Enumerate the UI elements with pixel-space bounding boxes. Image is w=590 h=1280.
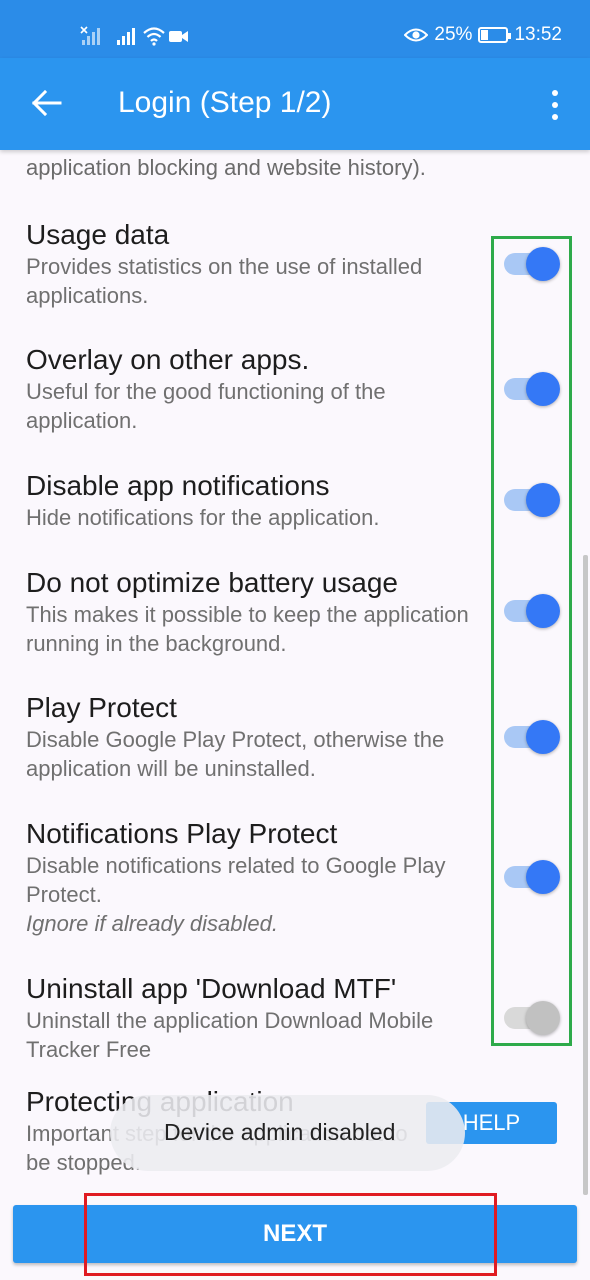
eye-icon — [404, 28, 429, 42]
toast-message: Device admin disabled — [164, 1119, 396, 1145]
scrollbar[interactable] — [583, 555, 588, 1195]
item-title: Uninstall app 'Download MTF' — [26, 973, 397, 1004]
item-description: This makes it possible to keep the appli… — [26, 602, 469, 656]
item-description: Uninstall the application Download Mobil… — [26, 1008, 434, 1062]
signal-icon — [117, 28, 135, 45]
item-title: Usage data — [26, 219, 170, 250]
disable-notifications-toggle[interactable] — [504, 482, 560, 517]
item-title: Notifications Play Protect — [26, 818, 338, 849]
uninstall-mtf-toggle[interactable] — [504, 1000, 560, 1035]
clock: 13:52 — [514, 24, 562, 45]
item-description: Disable notifications related to Google … — [26, 853, 446, 907]
item-title: Do not optimize battery usage — [26, 567, 398, 598]
item-description: Provides statistics on the use of instal… — [26, 254, 423, 308]
list-item-notifications-play-protect: Notifications Play Protect Disable notif… — [26, 817, 496, 938]
item-title: Disable app notifications — [26, 470, 330, 501]
list-item-uninstall-mtf: Uninstall app 'Download MTF' Uninstall t… — [26, 972, 496, 1064]
no-signal-icon — [80, 26, 100, 45]
more-vert-icon[interactable] — [552, 90, 560, 120]
battery-toggle[interactable] — [504, 593, 560, 628]
notifications-play-protect-toggle[interactable] — [504, 859, 560, 894]
arrow-left-icon[interactable] — [30, 86, 64, 120]
status-bar: 25% 13:52 — [0, 0, 590, 58]
item-note-text: Ignore if already disabled. — [26, 911, 278, 936]
video-icon — [169, 31, 188, 42]
toast: Device admin disabled — [110, 1095, 465, 1171]
wifi-icon — [143, 27, 165, 46]
item-note: Ignore if already disabled. — [26, 909, 496, 938]
list-item-play-protect: Play Protect Disable Google Play Protect… — [26, 691, 496, 783]
list-item-battery: Do not optimize battery usage This makes… — [26, 566, 496, 658]
footer: NEXT — [0, 1195, 590, 1280]
item-description: Useful for the good functioning of the a… — [26, 379, 386, 433]
status-right: 25% 13:52 — [404, 24, 562, 46]
overlay-toggle[interactable] — [504, 371, 560, 406]
list-item-overlay: Overlay on other apps. Useful for the go… — [26, 343, 496, 435]
item-description: Disable Google Play Protect, otherwise t… — [26, 727, 445, 781]
battery-icon — [478, 27, 512, 43]
item-title: Play Protect — [26, 692, 177, 723]
next-button[interactable]: NEXT — [13, 1205, 577, 1263]
app-bar: Login (Step 1/2) — [0, 58, 590, 150]
item-description: Hide notifications for the application. — [26, 505, 380, 530]
battery-percent: 25% — [434, 24, 473, 45]
item-title: Overlay on other apps. — [26, 344, 310, 375]
page-title: Login (Step 1/2) — [118, 86, 332, 119]
list-item-disable-notifications: Disable app notifications Hide notificat… — [26, 469, 496, 532]
permissions-list[interactable]: application blocking and website history… — [0, 150, 590, 1195]
list-item-usage-data: Usage data Provides statistics on the us… — [26, 218, 496, 310]
usage-data-toggle[interactable] — [504, 246, 560, 281]
clipped-description: application blocking and website history… — [26, 155, 426, 180]
play-protect-toggle[interactable] — [504, 719, 560, 754]
